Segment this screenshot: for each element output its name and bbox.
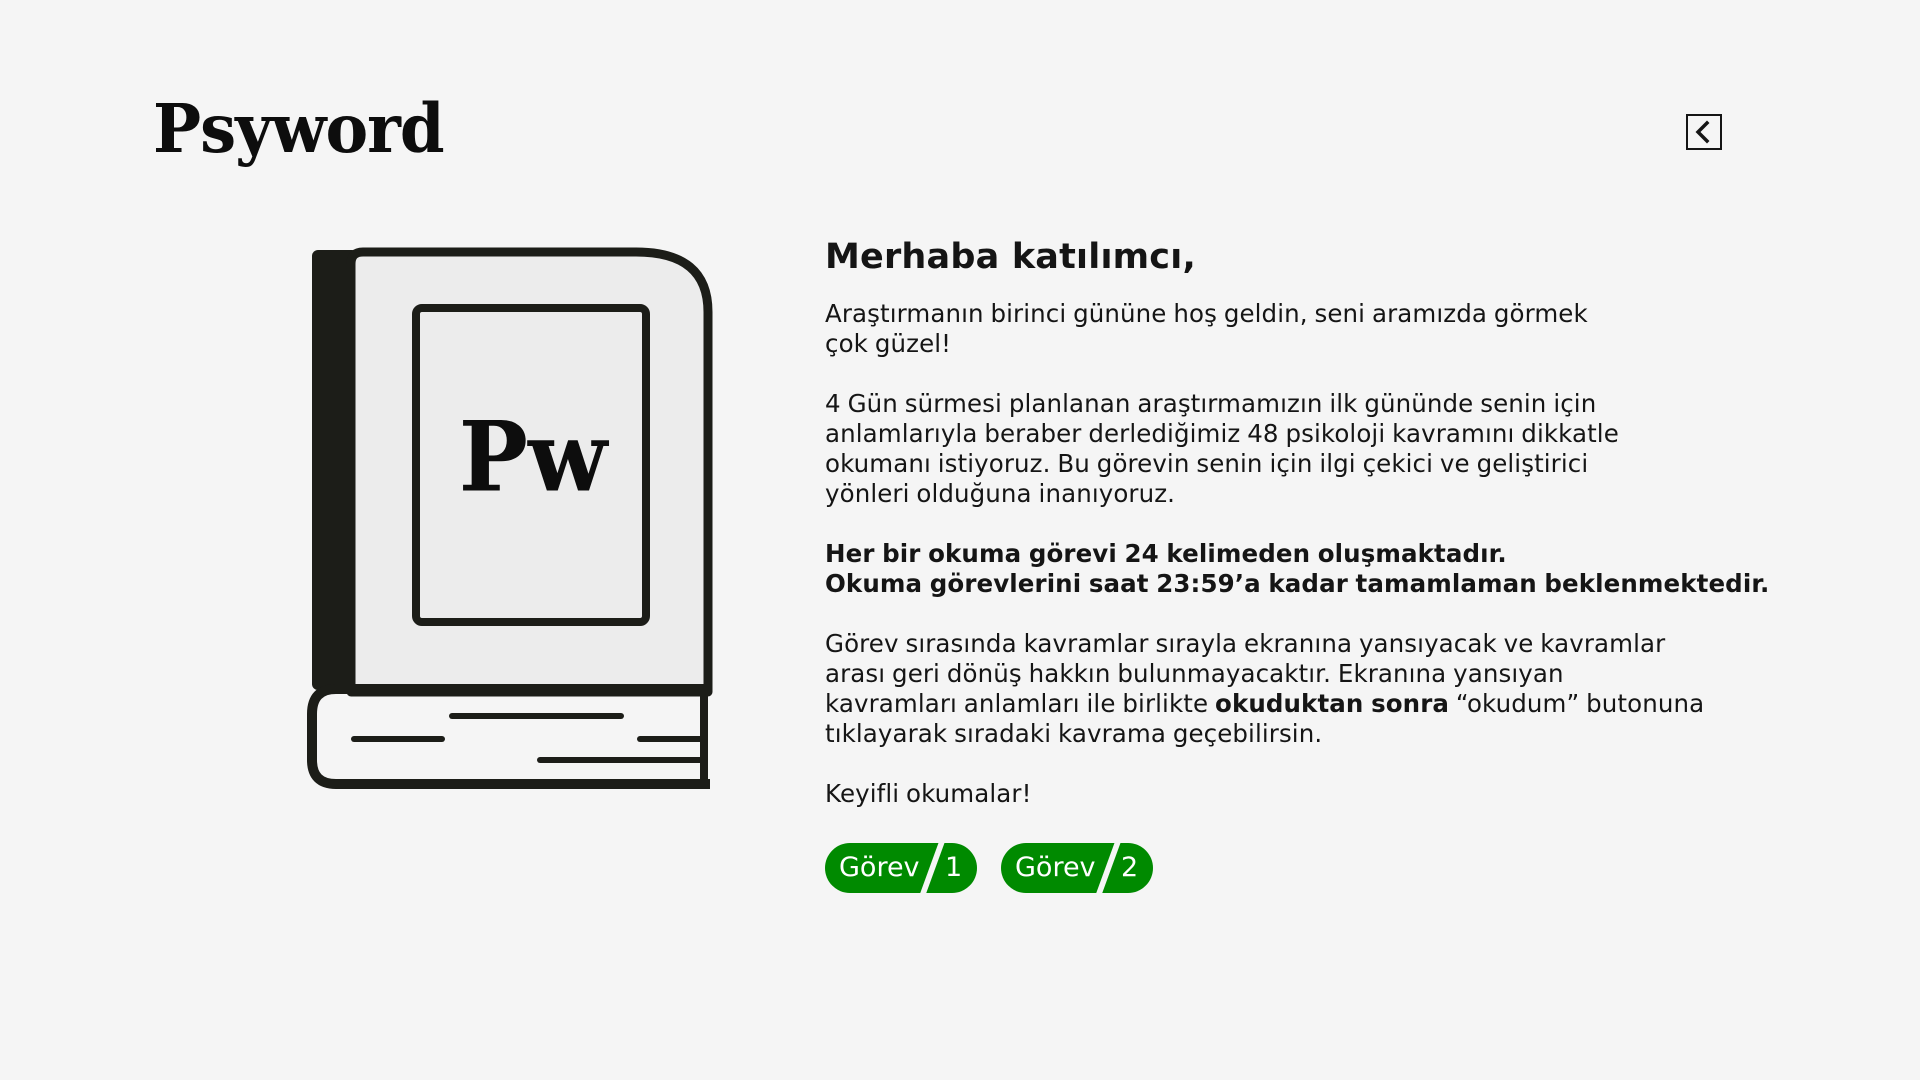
welcome-paragraph: Araştırmanın birinci gününe hoş geldin, … bbox=[825, 299, 1588, 358]
task-2-button[interactable]: Görev 2 bbox=[1001, 843, 1153, 893]
welcome-message: Merhaba katılımcı, Araştırmanın birinci … bbox=[825, 232, 1770, 809]
task-1-button[interactable]: Görev 1 bbox=[825, 843, 977, 893]
book-icon bbox=[307, 247, 713, 789]
study-description-paragraph: 4 Gün sürmesi planlanan araştırmamızın i… bbox=[825, 389, 1619, 508]
greeting-heading: Merhaba katılımcı, bbox=[825, 237, 1196, 277]
task-label: Görev bbox=[1015, 852, 1096, 883]
task-divider bbox=[1094, 843, 1122, 893]
task-divider bbox=[918, 843, 946, 893]
task-buttons: Görev 1 Görev 2 bbox=[825, 843, 1153, 893]
logo: Psyword bbox=[153, 89, 445, 169]
task-number: 1 bbox=[945, 852, 963, 883]
task-number: 2 bbox=[1121, 852, 1139, 883]
task-label: Görev bbox=[839, 852, 920, 883]
closing-text: Keyifli okumalar! bbox=[825, 779, 1032, 808]
chevron-left-icon bbox=[1695, 120, 1710, 144]
back-button[interactable] bbox=[1686, 114, 1722, 150]
task-instructions-paragraph: Görev sırasında kavramlar sırayla ekranı… bbox=[825, 629, 1705, 748]
book-monogram: Pw bbox=[458, 400, 608, 514]
task-rules-paragraph: Her bir okuma görevi 24 kelimeden oluşma… bbox=[825, 539, 1770, 598]
